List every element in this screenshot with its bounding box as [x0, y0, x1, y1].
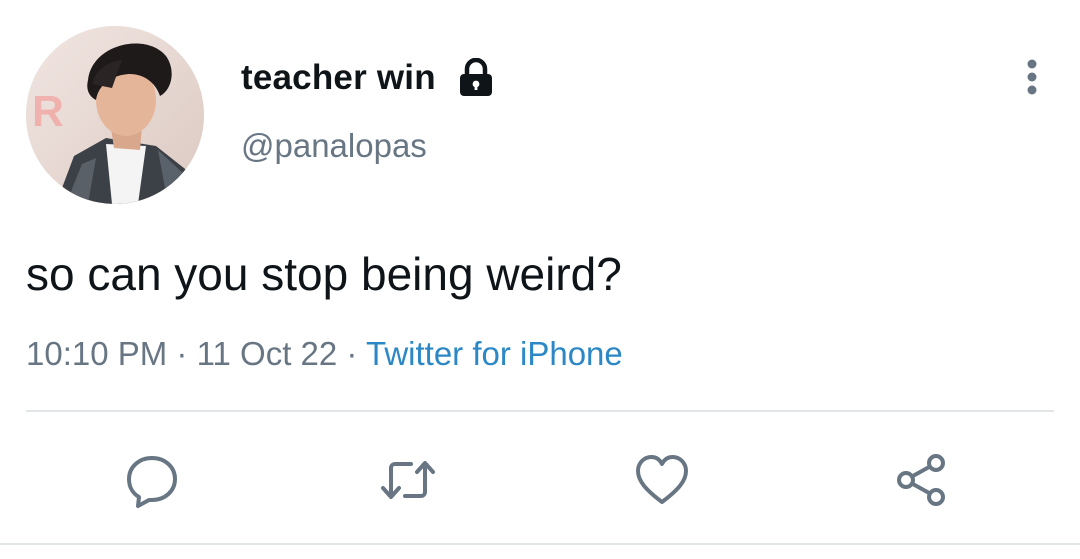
reply-icon [127, 456, 177, 508]
retweet-icon [381, 461, 435, 499]
lock-icon [458, 57, 494, 98]
tweet-date[interactable]: 11 Oct 22 [197, 335, 338, 372]
tweet-source-link[interactable]: Twitter for iPhone [366, 335, 623, 372]
tweet-text: so can you stop being weird? [26, 248, 622, 300]
tweet-time[interactable]: 10:10 PM [26, 335, 167, 372]
share-button[interactable] [892, 450, 952, 510]
user-handle[interactable]: @panalopas [241, 124, 427, 168]
avatar-photo: R [26, 26, 204, 204]
svg-text:R: R [32, 87, 64, 136]
meta-separator: · [176, 335, 188, 372]
share-icon [897, 454, 945, 506]
tweet-meta: 10:10 PM · 11 Oct 22 · Twitter for iPhon… [26, 332, 623, 376]
display-name[interactable]: teacher win [241, 56, 436, 100]
like-button[interactable] [632, 450, 692, 510]
like-icon [636, 455, 688, 504]
retweet-button[interactable] [378, 450, 438, 510]
reply-button[interactable] [122, 450, 182, 510]
more-vertical-icon[interactable] [1010, 56, 1054, 100]
tweet-card: R teacher win @panalopas so can you stop… [0, 0, 1080, 559]
meta-separator: · [346, 335, 358, 372]
divider [0, 543, 1080, 545]
avatar[interactable]: R [26, 26, 204, 204]
divider [26, 410, 1054, 412]
